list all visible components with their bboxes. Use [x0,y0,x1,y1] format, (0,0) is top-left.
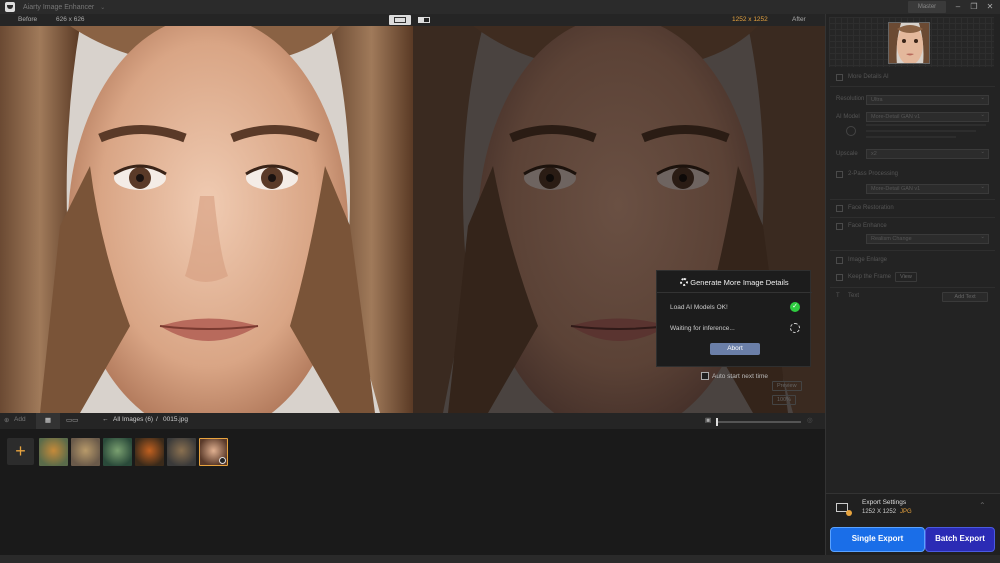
thumbnail-item[interactable] [199,438,228,466]
side-divider [830,287,995,288]
export-format: JPG [900,509,912,515]
thumb-zoom-handle[interactable] [716,418,718,426]
before-image[interactable] [0,26,413,413]
thumbnail-item[interactable] [39,438,68,466]
keep-frame-checkbox[interactable] [836,274,843,281]
app-logo-icon [5,2,15,12]
resolution-select[interactable]: Ultra [866,94,989,105]
minimize-icon[interactable]: – [950,0,966,14]
app-title: Aiarty Image Enhancer [23,3,95,11]
status-row-models: Load AI Models OK! [670,304,728,311]
resolution-label: Resolution [836,96,865,102]
after-label: After [792,16,806,23]
thumbnail-item[interactable] [71,438,100,466]
side-divider [830,217,995,218]
export-settings-icon[interactable] [836,503,852,516]
thumbnail-toolbar: ⊕ Add ▦ ▭▭ ← All Images (6) / 0015.jpg ▣… [0,413,825,429]
split-view-icon [394,17,406,23]
image-enlarge-label: Image Enlarge [848,257,888,263]
upscale-select[interactable]: x2 [866,148,989,159]
image-enlarge-checkbox[interactable] [836,257,843,264]
add-label[interactable]: Add [14,416,26,423]
thumbnail-item[interactable] [167,438,196,466]
dialog-divider [657,292,812,293]
side-divider [830,86,995,87]
checkbox-icon[interactable] [701,372,709,380]
side-by-side-icon [418,17,430,23]
image-size-icon: ▣ [705,417,712,424]
dialog-title: Generate More Image Details [657,278,812,287]
info-icon[interactable] [846,126,856,136]
gear-icon [680,278,689,286]
abort-button[interactable]: Abort [710,343,760,355]
close-icon[interactable]: ✕ [982,0,998,14]
plus-circle-icon[interactable]: ⊕ [4,416,9,424]
side-divider [830,199,995,200]
text-label: Text [848,293,860,299]
ai-model-select[interactable]: More-Detail GAN v1 [866,111,989,122]
breadcrumb-separator: / [156,416,158,423]
auto-start-label: Auto start next time [712,372,768,380]
more-details-label: More Details AI [848,74,889,80]
export-size: 1252 X 1252 JPG [862,509,912,515]
batch-export-button[interactable]: Batch Export [925,527,995,552]
before-label: Before [18,16,38,23]
two-pass-checkbox[interactable] [836,171,843,178]
export-settings-title[interactable]: Export Settings [862,499,906,506]
face-enhance-select[interactable]: Realism Change [866,233,989,244]
navigator-thumbnail[interactable] [888,22,930,64]
selected-check-icon [219,457,226,464]
chevron-up-icon[interactable]: ⌃ [979,501,986,510]
face-enhance-checkbox[interactable] [836,223,843,230]
preview-button[interactable]: Preview [772,381,802,391]
mode-button[interactable]: Master [908,1,946,13]
filmstrip-view-icon[interactable]: ▭▭ [66,416,78,424]
back-arrow-icon[interactable]: ← [102,416,109,423]
side-divider [830,250,995,251]
side-by-side-toggle[interactable] [413,15,435,25]
chevron-down-icon[interactable]: ⌄ [100,4,105,11]
auto-start-checkbox[interactable]: Auto start next time [701,372,768,380]
zoom-select[interactable]: 100% [772,395,797,405]
face-restore-checkbox[interactable] [836,205,843,212]
check-icon: ✓ [790,302,800,312]
spinner-icon [790,323,800,333]
thumb-zoom-slider[interactable] [717,421,801,423]
ai-model-label: AI Model [836,114,860,120]
after-size: 1252 x 1252 [732,16,768,23]
face-restore-label: Face Restoration [848,205,894,211]
breadcrumb-file: 0015.jpg [163,416,188,423]
two-pass-select[interactable]: More-Detail GAN v1 [866,183,989,194]
thumbnail-item[interactable] [135,438,164,466]
upscale-label: Upscale [836,151,858,157]
before-size: 626 x 626 [56,16,85,23]
settings-icon[interactable]: ◎ [807,416,813,424]
status-bar [0,555,1000,563]
two-pass-label: 2-Pass Processing [848,171,899,177]
more-details-checkbox[interactable] [836,74,843,81]
text-icon: T [836,293,840,299]
single-export-button[interactable]: Single Export [830,527,925,552]
generate-details-dialog: Generate More Image Details Load AI Mode… [656,270,812,367]
face-enhance-label: Face Enhance [848,223,887,229]
keep-frame-label: Keep the Frame [848,274,892,280]
split-view-toggle[interactable] [389,15,411,25]
add-text-button[interactable]: Add Text [942,292,988,302]
maximize-icon[interactable]: ❐ [966,0,982,14]
status-row-inference: Waiting for inference... [670,325,735,332]
add-image-button[interactable]: + [7,438,34,465]
keep-frame-view-button[interactable]: View [895,272,917,282]
breadcrumb-root[interactable]: All Images (6) [113,416,153,423]
title-bar: Aiarty Image Enhancer ⌄ [0,0,1000,14]
grid-view-icon[interactable]: ▦ [36,413,60,429]
thumbnail-item[interactable] [103,438,132,466]
